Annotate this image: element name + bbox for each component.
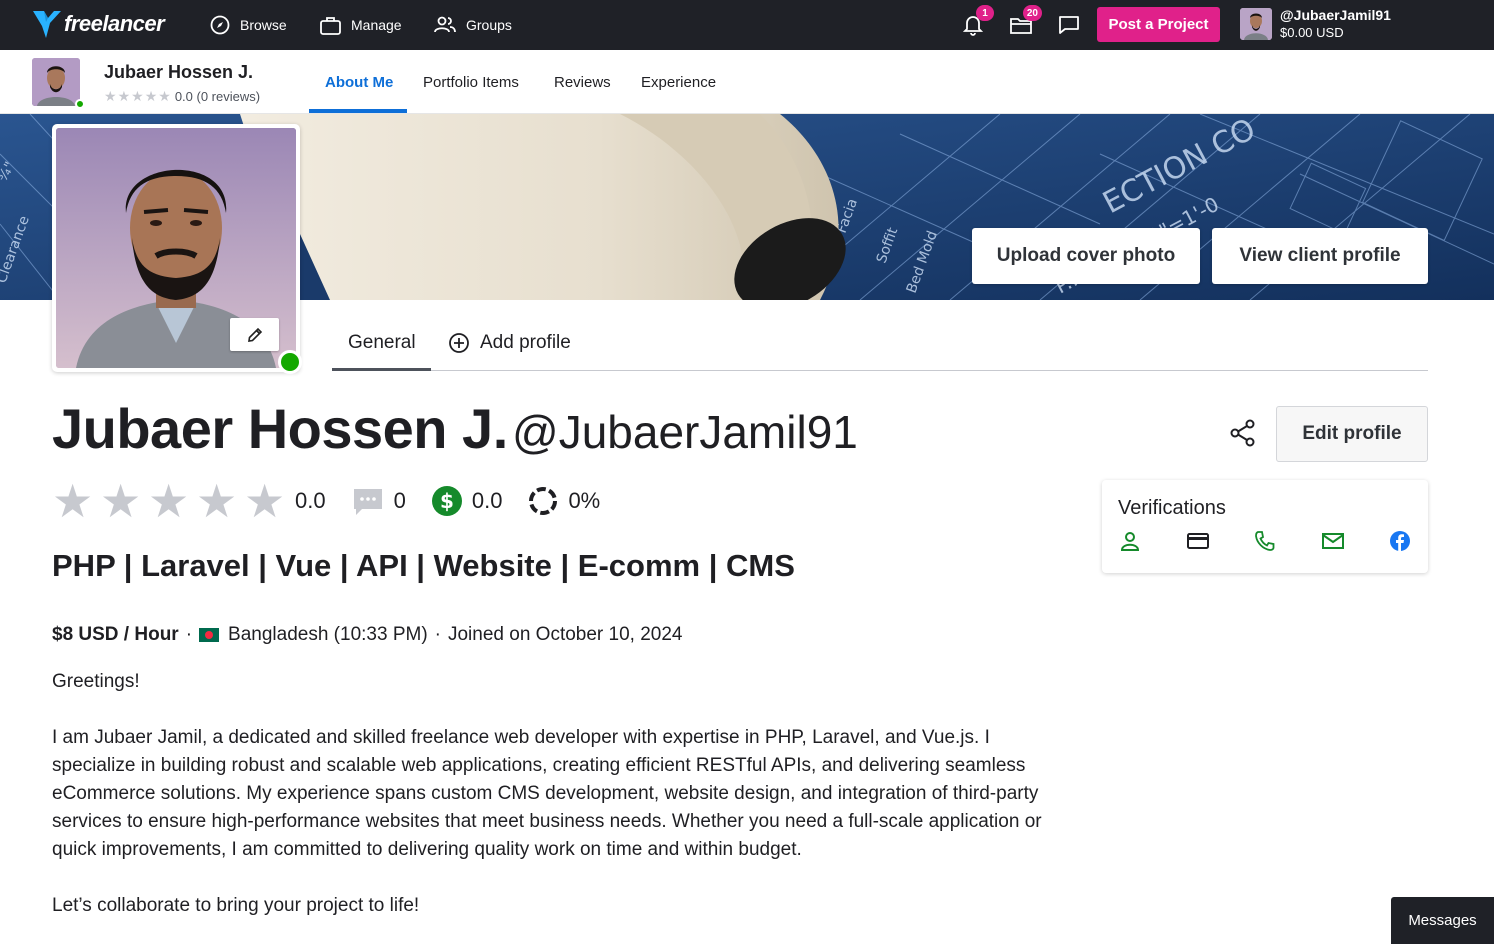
account-username: @JubaerJamil91 (1280, 7, 1391, 23)
location: Bangladesh (10:33 PM) (228, 624, 428, 645)
profile-bio: Greetings! I am Jubaer Jamil, a dedicate… (52, 668, 1072, 948)
tab-portfolio-items[interactable]: Portfolio Items (423, 50, 519, 114)
nav-manage[interactable]: Manage (320, 0, 402, 50)
messages-panel-button[interactable]: Messages (1391, 897, 1494, 944)
share-icon (1230, 419, 1255, 447)
nav-browse[interactable]: Browse (210, 0, 287, 50)
profile-tagline: PHP | Laravel | Vue | API | Website | E-… (52, 548, 795, 583)
facebook-icon (1390, 531, 1410, 551)
separator: · (185, 624, 193, 645)
tab-reviews[interactable]: Reviews (554, 50, 611, 114)
tabs-divider (332, 370, 1428, 371)
projects-badge: 20 (1022, 5, 1042, 21)
messages-icon-button[interactable] (1056, 12, 1082, 38)
facebook-verification (1388, 530, 1456, 552)
groups-icon (434, 16, 456, 33)
post-project-button[interactable]: Post a Project (1097, 7, 1220, 42)
nav-manage-label: Manage (351, 17, 402, 33)
edit-profile-button[interactable]: Edit profile (1276, 406, 1428, 462)
online-status-indicator (278, 350, 302, 374)
email-icon (1321, 533, 1344, 549)
tab-general[interactable]: General (348, 326, 416, 360)
star-icon: ★ (144, 88, 158, 104)
active-tab-indicator (309, 109, 407, 113)
notifications-button[interactable]: 1 (960, 5, 994, 38)
star-icon: ★ (117, 88, 131, 104)
verifications-title: Verifications (1118, 497, 1226, 519)
verifications-card: Verifications (1102, 480, 1428, 573)
pencil-icon (247, 327, 262, 342)
share-button[interactable] (1228, 418, 1258, 453)
profile-stats: ★ ★ ★ ★ ★ 0.0 0 $ 0.0 0% (52, 478, 600, 524)
briefcase-icon (320, 16, 341, 35)
add-profile-button[interactable]: Add profile (448, 326, 571, 360)
add-circle-icon (449, 333, 469, 353)
reviews-bubble-icon (353, 489, 382, 515)
chat-bubble-icon (1059, 16, 1079, 34)
profile-full-name: Jubaer Hossen J. (52, 397, 508, 460)
tab-about-me[interactable]: About Me (325, 50, 393, 114)
freelancer-logo[interactable]: freelancer (32, 8, 165, 40)
reviews-count: 0 (393, 488, 406, 513)
star-icon: ★ (100, 475, 142, 527)
logo-text: freelancer (64, 11, 165, 36)
email-verification (1321, 530, 1389, 552)
star-icon: ★ (131, 88, 144, 104)
profile-meta: $8 USD / Hour · Bangladesh (10:33 PM) · … (52, 624, 683, 646)
nav-browse-label: Browse (240, 17, 287, 33)
subnav-avatar (32, 58, 80, 106)
bio-body: I am Jubaer Jamil, a dedicated and skill… (52, 727, 1042, 860)
payment-card-icon (1186, 533, 1209, 549)
phone-icon (1255, 531, 1275, 551)
nav-groups[interactable]: Groups (434, 0, 512, 50)
svg-text:$: $ (440, 489, 454, 513)
bangladesh-flag-icon (199, 628, 220, 642)
star-icon: ★ (196, 475, 238, 527)
star-icon: ★ (158, 88, 171, 104)
add-profile-label: Add profile (480, 332, 571, 353)
star-icon: ★ (244, 475, 286, 527)
star-icon: ★ (52, 475, 94, 527)
general-tab-indicator (332, 368, 431, 371)
freelancer-bird-icon (33, 11, 61, 38)
joined-date: Joined on October 10, 2024 (447, 624, 683, 645)
edit-photo-button[interactable] (230, 318, 279, 351)
rating-value: 0.0 (295, 488, 326, 513)
earnings-score: 0.0 (471, 488, 503, 513)
profile-username: @JubaerJamil91 (512, 406, 858, 458)
bio-greeting: Greetings! (52, 671, 140, 692)
account-menu[interactable]: @JubaerJamil91 $0.00 USD (1240, 7, 1391, 41)
identity-verification (1118, 530, 1186, 552)
bio-closing: Let’s collaborate to bring your project … (52, 895, 420, 916)
completion-rate: 0% (568, 488, 601, 513)
star-icon: ★ (104, 88, 117, 104)
subnav-rating: ★ ★ ★ ★ ★ 0.0 (0 reviews) (104, 88, 260, 105)
star-icon: ★ (148, 475, 190, 527)
view-client-profile-button[interactable]: View client profile (1212, 228, 1428, 284)
payment-verification (1186, 530, 1254, 552)
projects-button[interactable]: 20 (1008, 5, 1042, 38)
notifications-badge: 1 (976, 5, 994, 21)
online-indicator (75, 99, 85, 109)
profile-subnav: Jubaer Hossen J. ★ ★ ★ ★ ★ 0.0 (0 review… (0, 50, 1494, 114)
nav-groups-label: Groups (466, 17, 512, 33)
tab-experience[interactable]: Experience (641, 50, 716, 114)
subnav-rating-text: 0.0 (0 reviews) (174, 89, 261, 104)
account-balance: $0.00 USD (1280, 25, 1344, 40)
account-avatar (1240, 8, 1272, 40)
completion-ring-icon (529, 487, 558, 515)
top-navbar: freelancer Browse Manage Groups 1 20 Pos… (0, 0, 1494, 50)
hourly-rate: $8 USD / Hour (52, 624, 179, 645)
earnings-dollar-icon: $ (431, 486, 462, 516)
upload-cover-photo-button[interactable]: Upload cover photo (972, 228, 1200, 284)
separator: · (434, 624, 441, 645)
phone-verification (1253, 530, 1321, 552)
identity-icon (1120, 532, 1140, 551)
subnav-name: Jubaer Hossen J. (104, 62, 254, 82)
compass-icon (210, 15, 230, 35)
